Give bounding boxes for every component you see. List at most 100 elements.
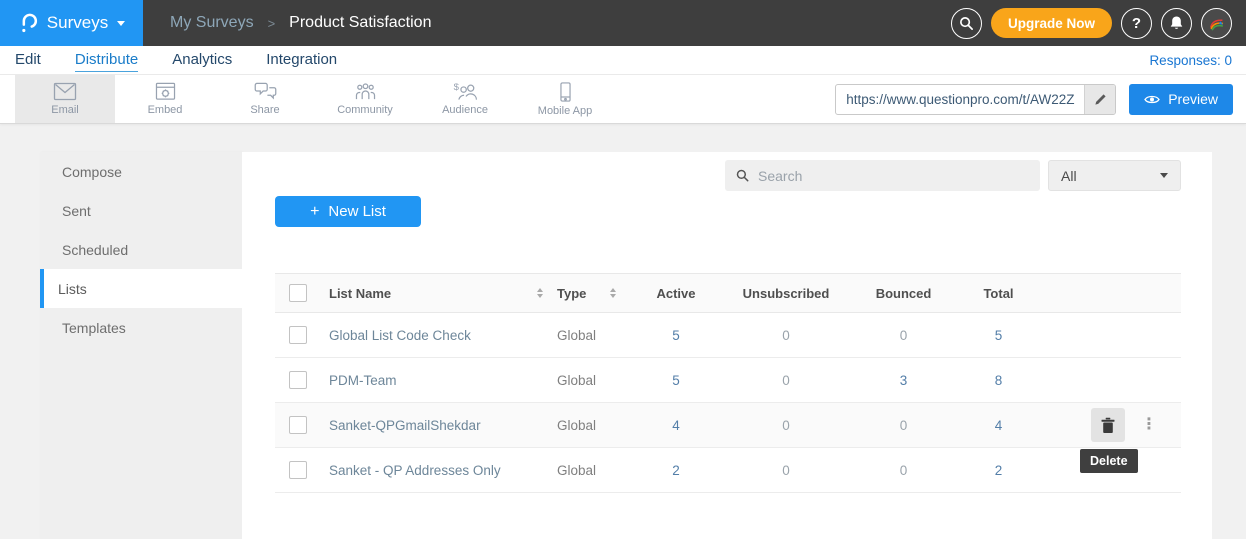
plus-icon: + bbox=[310, 203, 319, 221]
help-button[interactable]: ? bbox=[1121, 8, 1152, 39]
list-type: Global bbox=[549, 418, 631, 433]
row-checkbox[interactable] bbox=[289, 326, 307, 344]
sidebar-item-compose[interactable]: Compose bbox=[40, 152, 242, 191]
unsubscribed-count: 0 bbox=[721, 463, 851, 478]
unsubscribed-count: 0 bbox=[721, 328, 851, 343]
table-row-hovered: Sanket-QPGmailShekdar Global 4 0 0 4 Del… bbox=[275, 403, 1181, 448]
channel-label: Mobile App bbox=[538, 105, 592, 117]
edit-url-button[interactable] bbox=[1084, 85, 1115, 114]
channel-embed[interactable]: Embed bbox=[115, 75, 215, 123]
delete-list-button[interactable] bbox=[1091, 408, 1125, 442]
list-type-filter[interactable]: All bbox=[1048, 160, 1181, 191]
distribute-toolbar: Email Embed Share Community $ bbox=[0, 75, 1246, 124]
survey-url-zone: Preview bbox=[835, 75, 1233, 123]
total-count-link[interactable]: 4 bbox=[956, 418, 1041, 433]
breadcrumb-my-surveys[interactable]: My Surveys bbox=[170, 14, 254, 32]
header-active: Active bbox=[631, 286, 721, 301]
topbar-actions: Upgrade Now ? bbox=[951, 8, 1232, 39]
surveys-product-menu[interactable]: Surveys bbox=[0, 0, 143, 46]
header-label: Type bbox=[557, 286, 586, 301]
bell-icon bbox=[1169, 15, 1184, 31]
svg-text:$: $ bbox=[453, 82, 459, 93]
header-type[interactable]: Type bbox=[549, 286, 631, 301]
active-count-link[interactable]: 2 bbox=[631, 463, 721, 478]
upgrade-now-button[interactable]: Upgrade Now bbox=[991, 8, 1112, 38]
total-count-link[interactable]: 5 bbox=[956, 328, 1041, 343]
bounced-count: 0 bbox=[851, 418, 956, 433]
channel-audience[interactable]: $ Audience bbox=[415, 75, 515, 123]
community-icon bbox=[353, 82, 378, 101]
header-label: List Name bbox=[329, 286, 391, 301]
sidebar-item-label: Scheduled bbox=[62, 242, 128, 258]
bounced-count-link[interactable]: 3 bbox=[851, 373, 956, 388]
active-count-link[interactable]: 5 bbox=[631, 328, 721, 343]
mobile-app-icon bbox=[560, 82, 571, 102]
survey-nav-tabs: Edit Distribute Analytics Integration Re… bbox=[0, 46, 1246, 75]
list-type: Global bbox=[549, 328, 631, 343]
filter-value: All bbox=[1061, 168, 1077, 184]
row-menu-kebab-icon[interactable]: ⋮ bbox=[1141, 417, 1157, 433]
sort-icon bbox=[537, 288, 543, 298]
row-checkbox[interactable] bbox=[289, 461, 307, 479]
sidebar-item-label: Templates bbox=[62, 320, 126, 336]
lists-panel: All + New List List Name Type Active Uns… bbox=[242, 152, 1212, 539]
preview-button[interactable]: Preview bbox=[1129, 84, 1233, 115]
sidebar-item-lists[interactable]: Lists bbox=[40, 269, 242, 308]
active-count-link[interactable]: 4 bbox=[631, 418, 721, 433]
channel-label: Audience bbox=[442, 104, 488, 116]
list-search-input[interactable] bbox=[758, 168, 1029, 184]
list-type: Global bbox=[549, 373, 631, 388]
row-checkbox[interactable] bbox=[289, 371, 307, 389]
unsubscribed-count: 0 bbox=[721, 418, 851, 433]
list-name-link[interactable]: Sanket-QPGmailShekdar bbox=[321, 418, 549, 433]
account-avatar[interactable] bbox=[1201, 8, 1232, 39]
list-name-link[interactable]: Global List Code Check bbox=[321, 328, 549, 343]
sidebar-item-scheduled[interactable]: Scheduled bbox=[40, 230, 242, 269]
email-sidebar: Compose Sent Scheduled Lists Templates bbox=[40, 152, 242, 539]
email-icon bbox=[53, 82, 77, 101]
new-list-button[interactable]: + New List bbox=[275, 196, 421, 227]
header-list-name[interactable]: List Name bbox=[321, 286, 549, 301]
table-header-row: List Name Type Active Unsubscribed Bounc… bbox=[275, 273, 1181, 313]
sidebar-item-sent[interactable]: Sent bbox=[40, 191, 242, 230]
tab-distribute[interactable]: Distribute bbox=[75, 49, 138, 72]
chevron-down-icon bbox=[1160, 173, 1168, 178]
notifications-button[interactable] bbox=[1161, 8, 1192, 39]
pencil-icon bbox=[1094, 93, 1107, 106]
trash-icon bbox=[1100, 417, 1116, 434]
search-icon bbox=[736, 169, 749, 182]
tab-integration[interactable]: Integration bbox=[266, 49, 337, 71]
list-type: Global bbox=[549, 463, 631, 478]
chevron-down-icon bbox=[117, 21, 125, 26]
sidebar-item-label: Sent bbox=[62, 203, 91, 219]
breadcrumb: My Surveys > Product Satisfaction bbox=[170, 14, 431, 32]
questionpro-logo-icon bbox=[18, 12, 38, 34]
unsubscribed-count: 0 bbox=[721, 373, 851, 388]
breadcrumb-separator: > bbox=[268, 16, 276, 31]
channel-mobile-app[interactable]: Mobile App bbox=[515, 75, 615, 123]
share-icon bbox=[254, 82, 277, 101]
tab-edit[interactable]: Edit bbox=[15, 49, 41, 71]
list-name-link[interactable]: PDM-Team bbox=[321, 373, 549, 388]
total-count-link[interactable]: 2 bbox=[956, 463, 1041, 478]
channel-share[interactable]: Share bbox=[215, 75, 315, 123]
global-search-button[interactable] bbox=[951, 8, 982, 39]
sidebar-item-label: Lists bbox=[58, 281, 87, 297]
tab-analytics[interactable]: Analytics bbox=[172, 49, 232, 71]
sort-icon bbox=[610, 288, 616, 298]
total-count-link[interactable]: 8 bbox=[956, 373, 1041, 388]
active-count-link[interactable]: 5 bbox=[631, 373, 721, 388]
select-all-checkbox[interactable] bbox=[289, 284, 307, 302]
lists-table: List Name Type Active Unsubscribed Bounc… bbox=[275, 273, 1181, 493]
channel-community[interactable]: Community bbox=[315, 75, 415, 123]
audience-icon: $ bbox=[453, 82, 478, 101]
row-checkbox[interactable] bbox=[289, 416, 307, 434]
channel-email[interactable]: Email bbox=[15, 75, 115, 123]
list-name-link[interactable]: Sanket - QP Addresses Only bbox=[321, 463, 549, 478]
preview-label: Preview bbox=[1168, 91, 1218, 107]
sidebar-item-templates[interactable]: Templates bbox=[40, 308, 242, 347]
table-row: Global List Code Check Global 5 0 0 5 bbox=[275, 313, 1181, 358]
survey-url-input[interactable] bbox=[835, 84, 1116, 115]
page-title: Product Satisfaction bbox=[289, 14, 431, 32]
channel-label: Email bbox=[51, 104, 79, 116]
